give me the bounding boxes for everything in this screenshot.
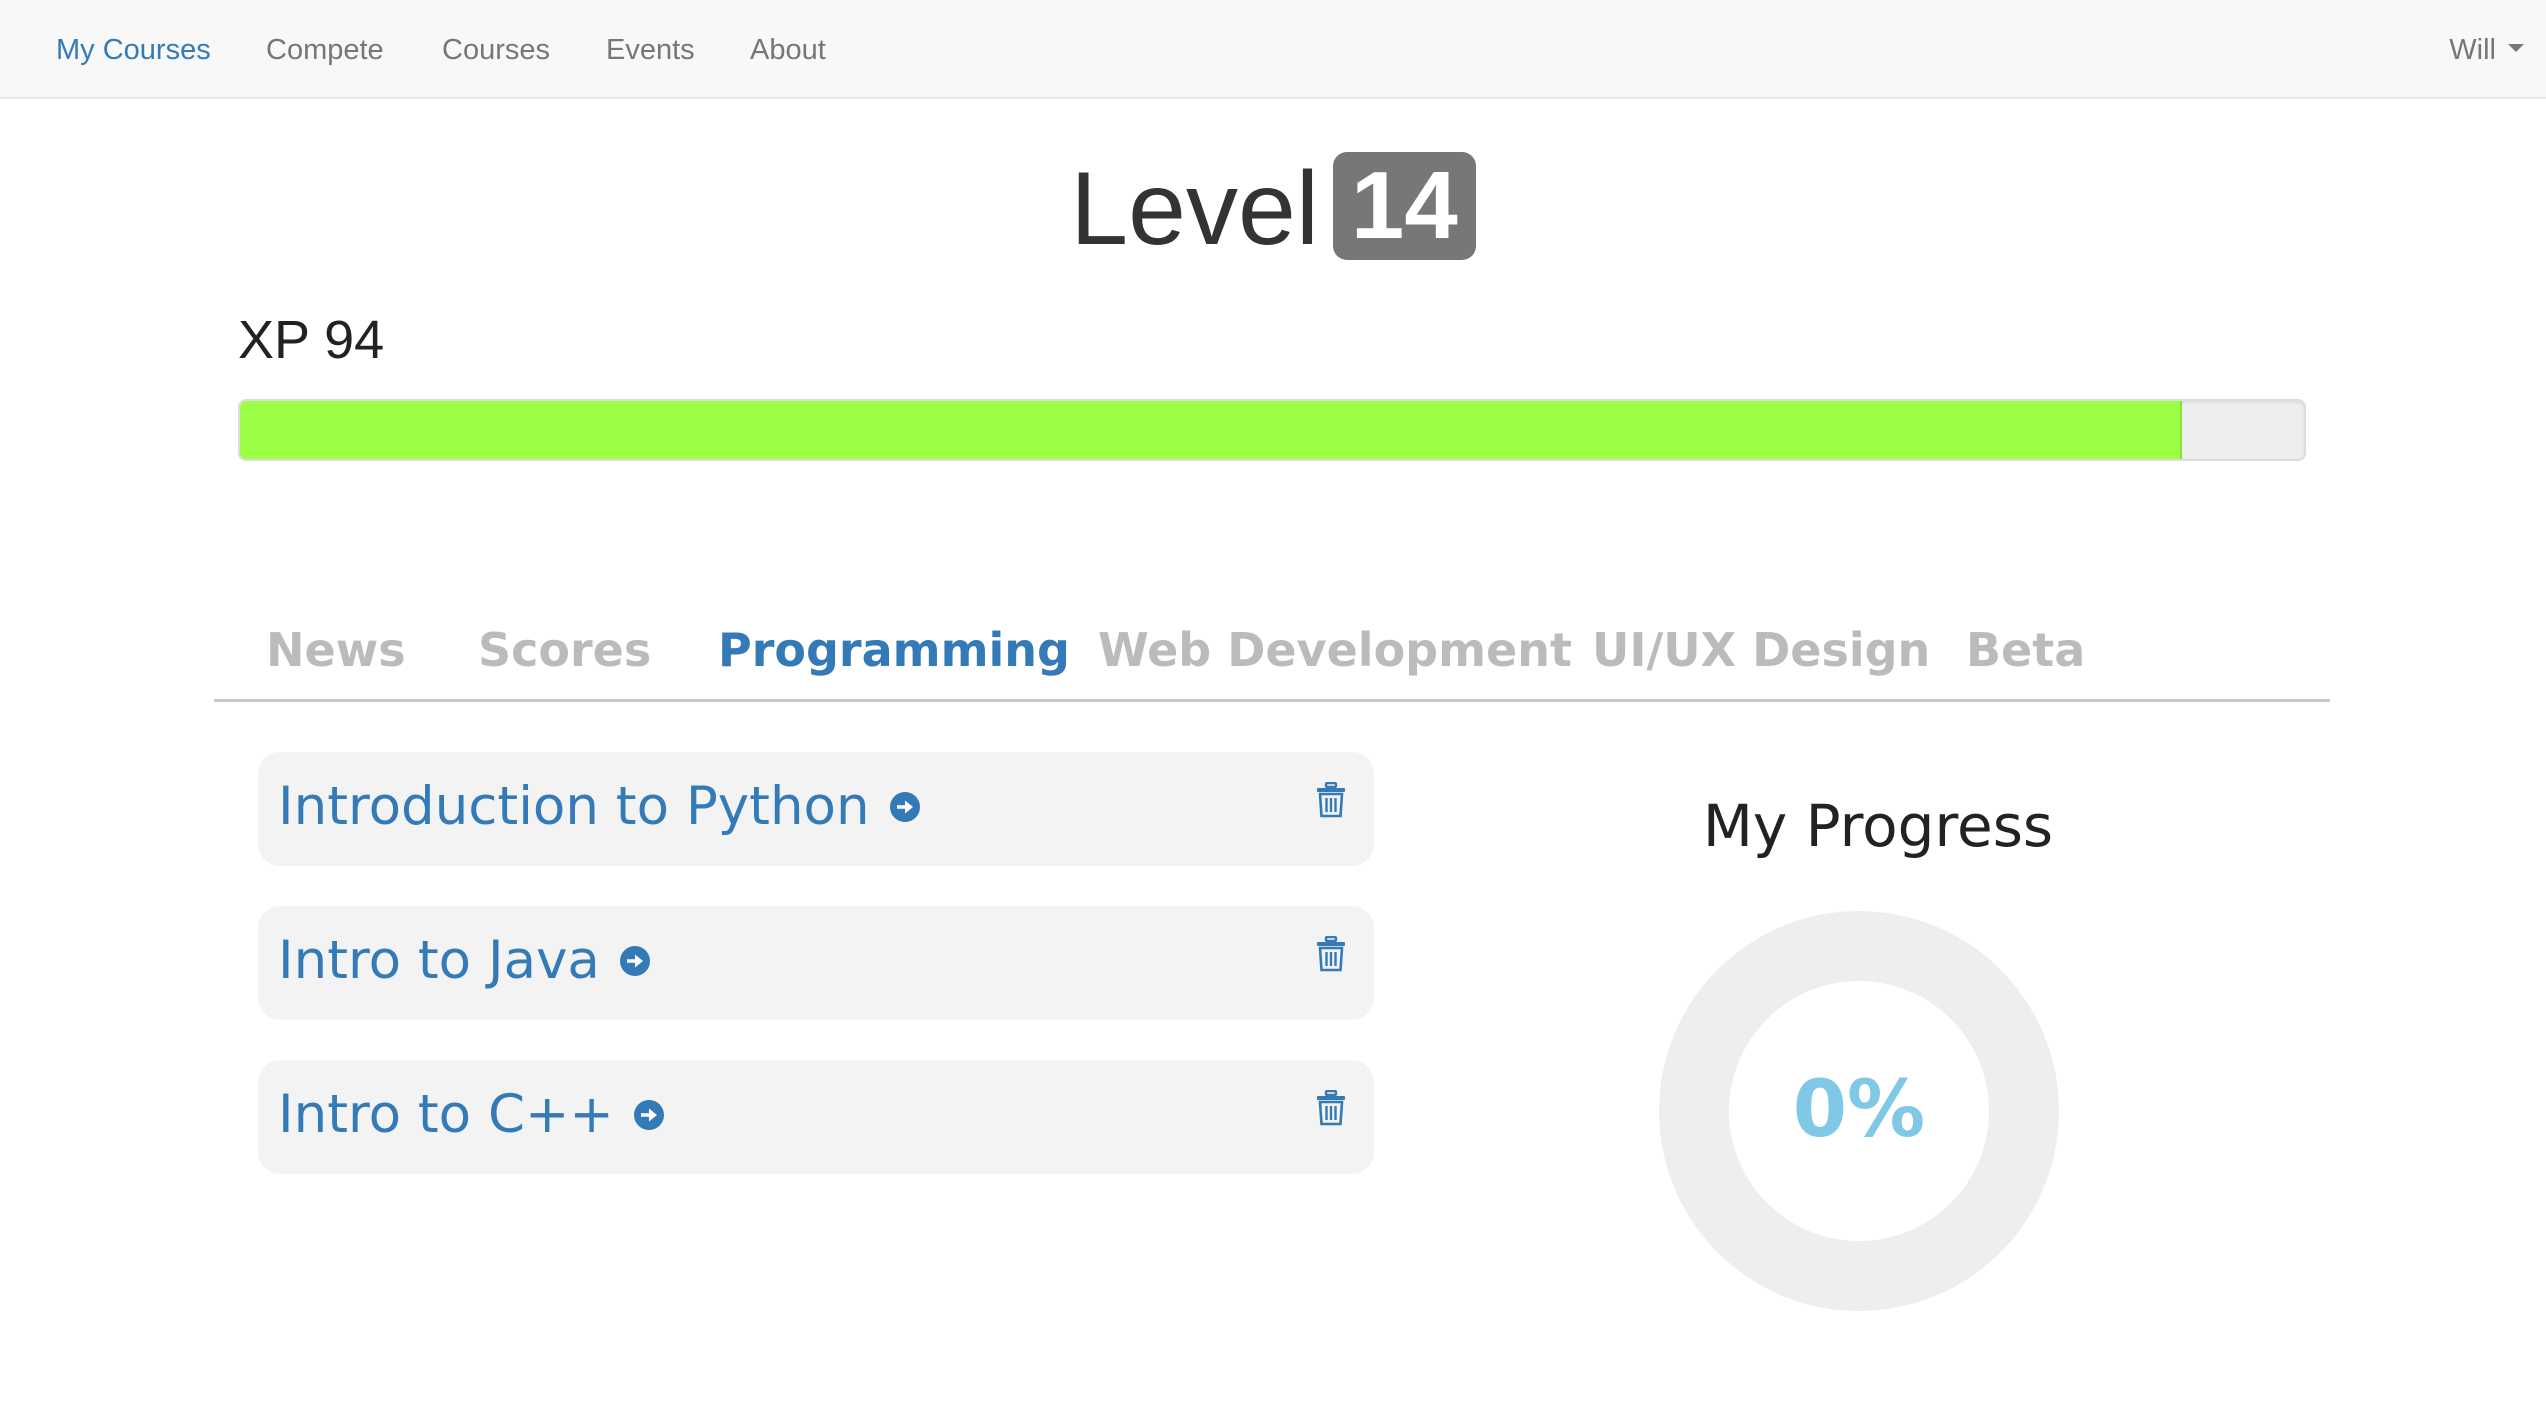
my-progress-percent: 0%: [1792, 1065, 1926, 1155]
tab-beta[interactable]: Beta: [1966, 610, 2085, 690]
tab-news[interactable]: News: [266, 610, 406, 690]
xp-progress-bar: [238, 399, 2306, 461]
level-label: Level: [1070, 151, 1319, 267]
arrow-right-circle-icon[interactable]: [619, 946, 650, 977]
trash-icon[interactable]: [1316, 936, 1346, 972]
caret-down-icon: [2508, 44, 2524, 53]
course-card: Introduction to Python: [258, 752, 1374, 866]
course-card: Intro to Java: [258, 906, 1374, 1020]
nav-about[interactable]: About: [750, 31, 826, 69]
trash-icon[interactable]: [1316, 782, 1346, 818]
tab-web-development[interactable]: Web Development: [1098, 610, 1572, 690]
course-link[interactable]: Intro to Java: [278, 928, 650, 994]
course-card: Intro to C++: [258, 1060, 1374, 1174]
category-tabs: News Scores Programming Web Development …: [214, 610, 2330, 702]
tab-scores[interactable]: Scores: [478, 610, 651, 690]
nav-courses[interactable]: Courses: [442, 31, 550, 69]
course-title: Intro to C++: [278, 1084, 614, 1145]
xp-progress-fill: [240, 401, 2183, 459]
user-menu[interactable]: Will: [2449, 31, 2524, 69]
course-link[interactable]: Introduction to Python: [278, 774, 920, 840]
level-badge: 14: [1332, 152, 1476, 260]
course-title: Intro to Java: [278, 930, 600, 991]
course-title: Introduction to Python: [278, 776, 870, 837]
level-heading: Level 14: [0, 151, 2546, 267]
top-navbar: My Courses Compete Courses Events About …: [0, 0, 2546, 99]
arrow-right-circle-icon[interactable]: [889, 792, 920, 823]
nav-my-courses[interactable]: My Courses: [56, 31, 211, 69]
xp-label: XP 94: [238, 310, 385, 370]
trash-icon[interactable]: [1316, 1090, 1346, 1126]
user-name: Will: [2449, 34, 2496, 66]
course-link[interactable]: Intro to C++: [278, 1082, 664, 1148]
arrow-right-circle-icon[interactable]: [633, 1100, 664, 1131]
tab-ui-ux-design[interactable]: UI/UX Design: [1592, 610, 1930, 690]
tab-programming[interactable]: Programming: [718, 610, 1070, 690]
my-progress-title: My Progress: [1702, 792, 2054, 860]
nav-compete[interactable]: Compete: [266, 31, 384, 69]
nav-events[interactable]: Events: [606, 31, 695, 69]
